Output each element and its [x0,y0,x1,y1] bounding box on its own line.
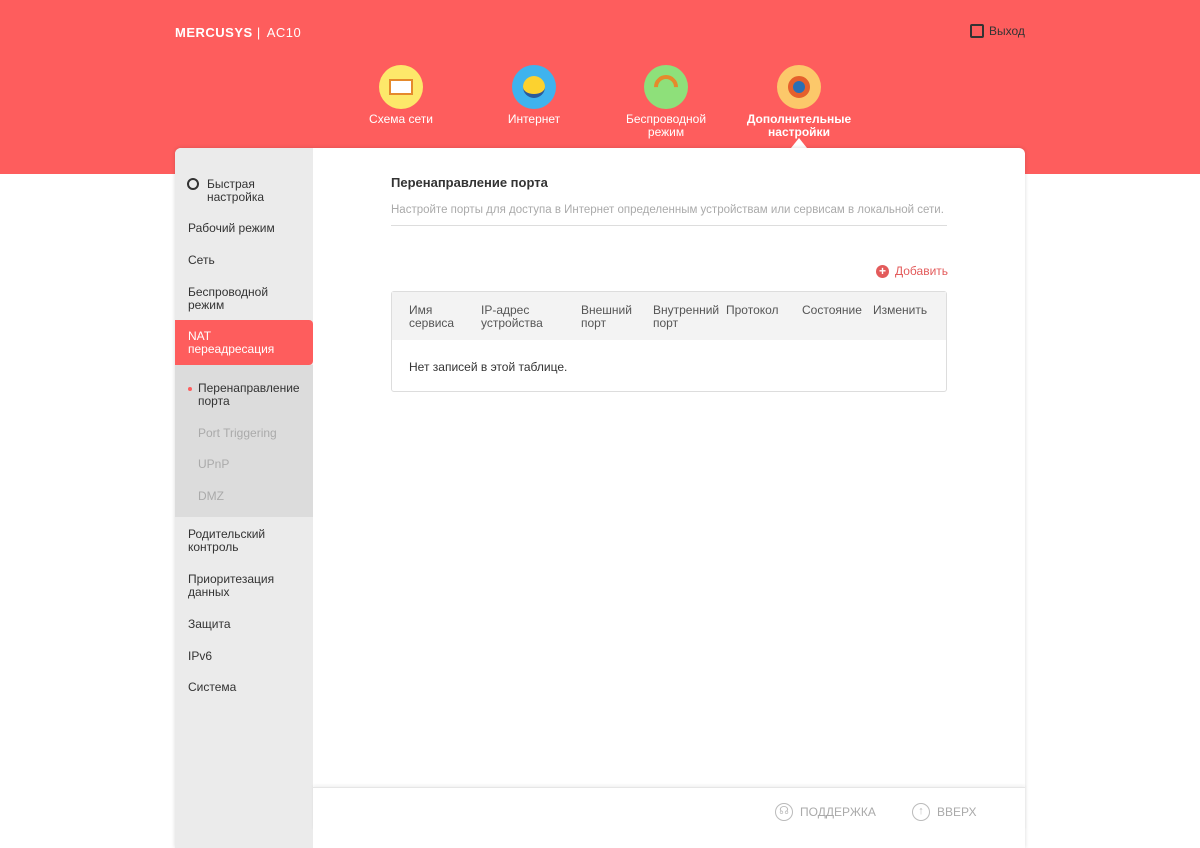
content-panel: Быстрая настройка Рабочий режим Сеть Бес… [175,148,1025,848]
col-service-name: Имя сервиса [409,303,455,330]
col-protocol: Протокол [726,303,779,317]
headset-icon: ☊ [775,803,793,821]
support-button[interactable]: ☊ ПОДДЕРЖКА [775,803,876,821]
add-button[interactable]: + Добавить [876,264,948,278]
page-description: Настройте порты для доступа в Интернет о… [391,204,947,226]
col-modify: Изменить [873,303,928,317]
arrow-up-icon: ↑ [912,803,930,821]
page-title: Перенаправление порта [391,175,548,190]
col-internal-port: Внутренний порт [653,303,720,330]
sub-item-port-triggering[interactable]: Port Triggering [198,427,277,440]
sidebar-item-operation-mode[interactable]: Рабочий режим [188,222,275,235]
empty-message: Нет записей в этой таблице. [409,360,568,374]
active-indicator [791,138,807,148]
sidebar-item-parental[interactable]: Родительский контроль [188,528,288,554]
sidebar: Быстрая настройка Рабочий режим Сеть Бес… [175,148,313,848]
sidebar-item-nat[interactable]: NAT переадресация [175,320,313,365]
footer: ☊ ПОДДЕРЖКА ↑ ВВЕРХ [313,787,1025,831]
gear-icon [777,65,821,109]
logout-icon [970,24,984,38]
nat-submenu: Перенаправление порта Port Triggering UP… [175,365,313,517]
sub-item-upnp[interactable]: UPnP [198,458,229,471]
network-map-icon [379,65,423,109]
nav-internet[interactable]: Интернет [474,65,594,126]
logo: MERCUSYS | AC10 [175,25,302,40]
nav-wireless[interactable]: Беспроводной режим [606,65,726,139]
main-content: Перенаправление порта Настройте порты дл… [313,148,1025,788]
col-status: Состояние [802,303,862,317]
sub-item-dmz[interactable]: DMZ [198,490,224,503]
back-to-top-button[interactable]: ↑ ВВЕРХ [912,803,976,821]
table-header: Имя сервиса IP-адрес устройства Внешний … [392,292,946,340]
sidebar-item-wireless[interactable]: Беспроводной режим [188,286,288,312]
col-device-ip: IP-адрес устройства [481,303,543,330]
nav-network-map[interactable]: Схема сети [341,65,461,126]
nav-advanced[interactable]: Дополнительные настройки [739,65,859,139]
quick-setup-icon [187,178,199,190]
plus-icon: + [876,264,889,278]
active-dot [188,387,192,391]
port-forwarding-table: Имя сервиса IP-адрес устройства Внешний … [391,291,947,392]
col-external-port: Внешний порт [581,303,632,330]
logout-button[interactable]: Выход [970,24,1025,38]
sidebar-item-security[interactable]: Защита [188,618,231,631]
sidebar-item-qos[interactable]: Приоритезация данных [188,573,288,599]
sidebar-item-quick-setup[interactable]: Быстрая настройка [187,178,313,204]
sidebar-item-network[interactable]: Сеть [188,254,215,267]
sidebar-item-ipv6[interactable]: IPv6 [188,650,212,663]
globe-icon [512,65,556,109]
sub-item-port-forwarding[interactable]: Перенаправление порта [188,382,303,408]
wifi-icon [644,65,688,109]
sidebar-item-system[interactable]: Система [188,681,236,694]
